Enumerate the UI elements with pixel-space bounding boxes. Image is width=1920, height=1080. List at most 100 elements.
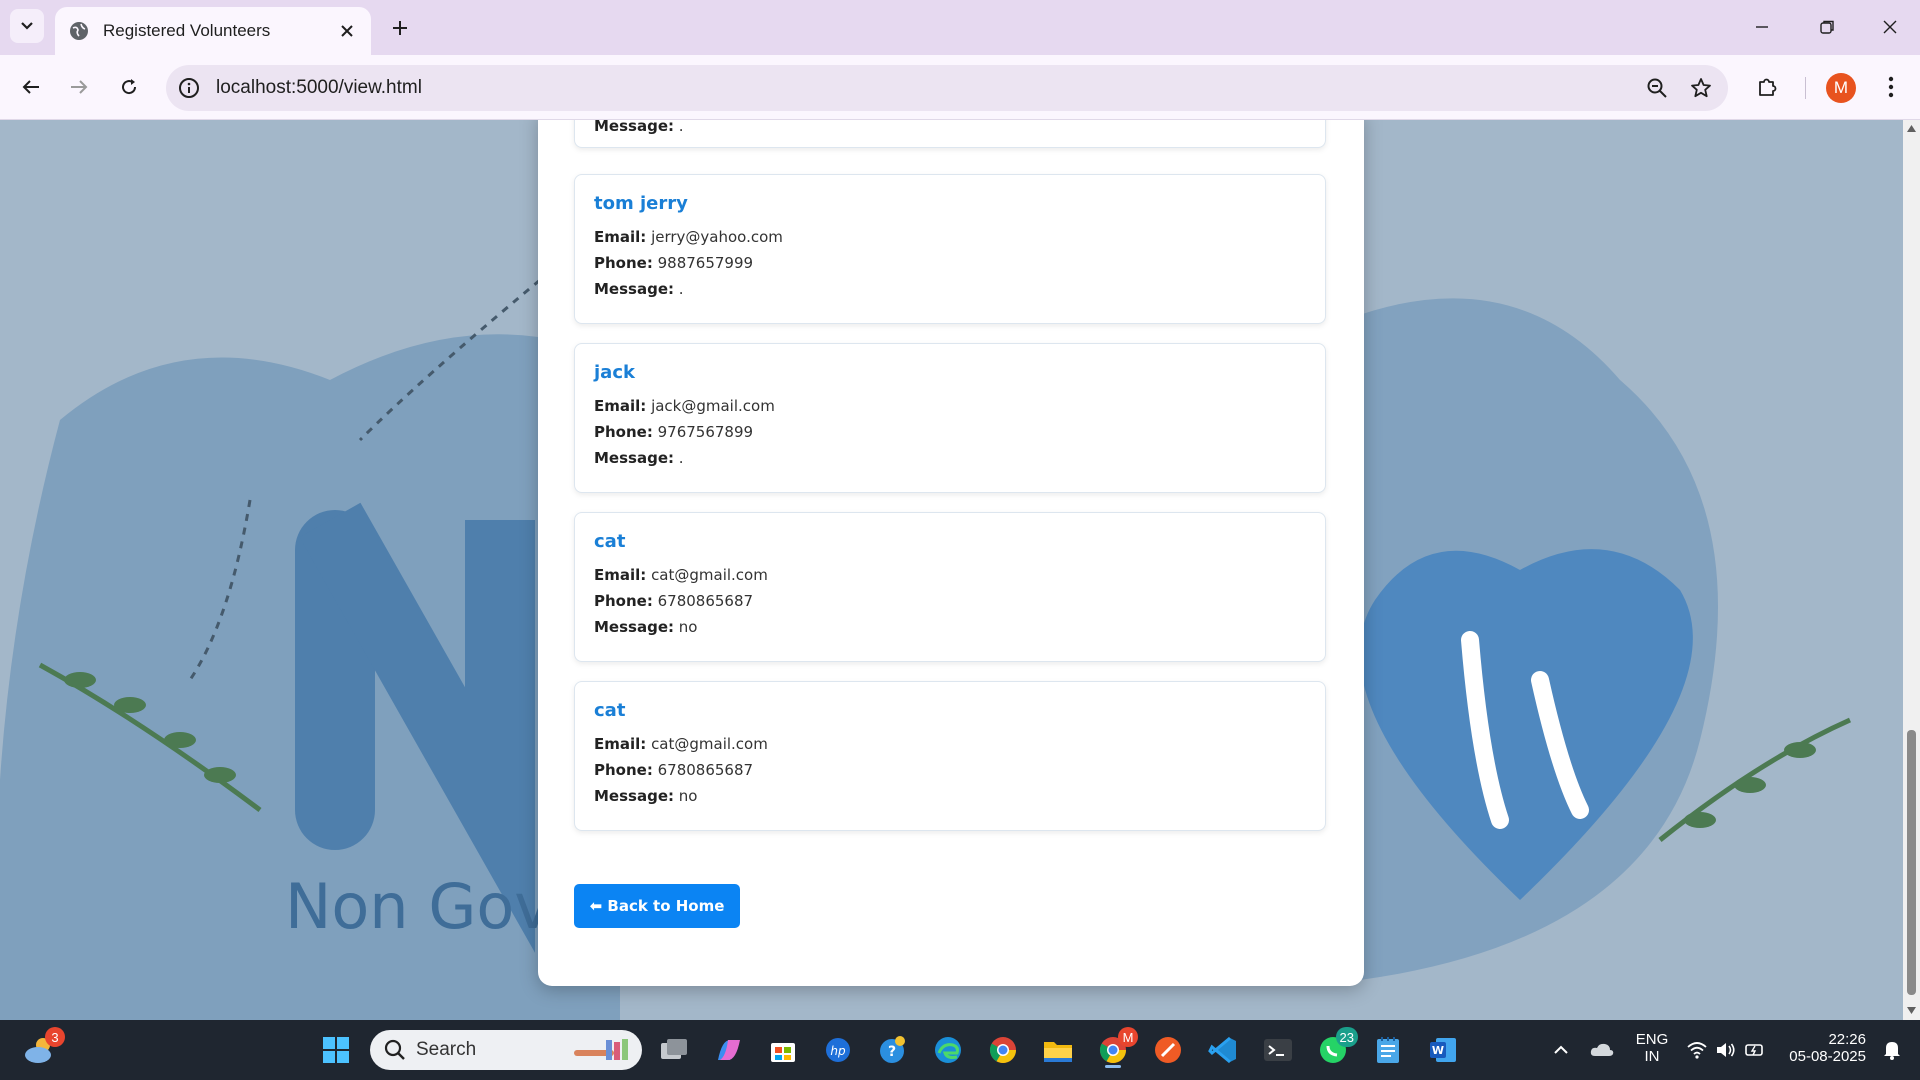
message-label: Message:: [594, 280, 674, 298]
chevron-down-icon: [21, 22, 33, 30]
microsoft-store-icon[interactable]: [763, 1030, 803, 1070]
card-message-row: Message: .: [594, 445, 1306, 471]
volunteer-name: cat: [594, 700, 626, 721]
message-value: .: [678, 449, 684, 467]
notification-bell-icon[interactable]: [1872, 1030, 1912, 1070]
toolbar-divider: [1805, 77, 1806, 99]
card-phone-row: Phone: 9887657999: [594, 250, 1306, 276]
browser-tab[interactable]: Registered Volunteers: [55, 7, 371, 55]
kebab-menu-icon[interactable]: [1874, 70, 1908, 104]
chrome-icon[interactable]: [983, 1030, 1023, 1070]
card-message-row: Message: no: [594, 614, 1306, 640]
reload-icon[interactable]: [110, 68, 148, 106]
volunteer-name: cat: [594, 531, 626, 552]
copilot-icon[interactable]: [709, 1030, 749, 1070]
whatsapp-icon[interactable]: 23: [1313, 1027, 1358, 1070]
card-phone-row: Phone: 9767567899: [594, 419, 1306, 445]
windows-taskbar: 3 Search hp ? M 23 W ENG IN 22:26 05-08-…: [0, 1020, 1920, 1080]
site-info-icon[interactable]: [178, 77, 200, 99]
close-tab-icon[interactable]: [337, 21, 357, 41]
scrollbar-thumb[interactable]: [1907, 730, 1916, 995]
svg-text:hp: hp: [830, 1044, 846, 1058]
card-phone-row: Phone: 6780865687: [594, 588, 1306, 614]
page-scrollbar[interactable]: [1903, 120, 1920, 1020]
volunteer-card: tom jerry Email: jerry@yahoo.com Phone: …: [574, 174, 1326, 324]
url-text[interactable]: localhost:5000/view.html: [216, 77, 1640, 99]
search-placeholder: Search: [416, 1039, 477, 1060]
forward-arrow-icon[interactable]: [60, 68, 98, 106]
card-phone-row: Phone: 6780865687: [594, 757, 1306, 783]
profile-avatar[interactable]: M: [1826, 73, 1856, 103]
windows-start-icon[interactable]: [316, 1030, 356, 1070]
region-code: IN: [1644, 1048, 1660, 1065]
volunteer-card-partial: Message: .: [574, 120, 1326, 148]
volunteer-card: jack Email: jack@gmail.com Phone: 976756…: [574, 343, 1326, 493]
weather-widget-icon[interactable]: 3: [20, 1027, 65, 1070]
email-value: cat@gmail.com: [651, 566, 768, 584]
clock-time: 22:26: [1828, 1031, 1866, 1048]
message-value: no: [678, 787, 698, 805]
message-value: .: [678, 120, 684, 135]
active-app-indicator: [1105, 1065, 1121, 1068]
close-window-icon[interactable]: [1873, 13, 1907, 41]
scroll-down-arrow-icon[interactable]: [1906, 1006, 1917, 1015]
message-label: Message:: [594, 787, 674, 805]
volunteer-name: tom jerry: [594, 193, 688, 214]
bookmark-star-icon[interactable]: [1684, 71, 1718, 105]
language-indicator[interactable]: ENG IN: [1622, 1031, 1682, 1065]
postman-icon[interactable]: [1148, 1030, 1188, 1070]
volunteer-card: cat Email: cat@gmail.com Phone: 67808656…: [574, 681, 1326, 831]
extensions-puzzle-icon[interactable]: [1750, 70, 1784, 104]
taskbar-search-box[interactable]: Search: [370, 1030, 642, 1070]
address-bar[interactable]: localhost:5000/view.html: [166, 65, 1728, 111]
terminal-icon[interactable]: [1258, 1030, 1298, 1070]
battery-charging-icon[interactable]: [1735, 1030, 1775, 1070]
phone-label: Phone:: [594, 592, 653, 610]
minimize-icon[interactable]: [1745, 13, 1779, 41]
card-email-row: Email: cat@gmail.com: [594, 731, 1306, 757]
message-label: Message:: [594, 618, 674, 636]
card-email-row: Email: jack@gmail.com: [594, 393, 1306, 419]
file-explorer-icon[interactable]: [1038, 1030, 1078, 1070]
svg-text:?: ?: [888, 1044, 896, 1060]
message-value: .: [678, 280, 684, 298]
scroll-up-arrow-icon[interactable]: [1906, 124, 1917, 133]
search-highlight-books-icon: [574, 1039, 628, 1060]
word-icon[interactable]: W: [1423, 1030, 1463, 1070]
message-label: Message:: [594, 120, 674, 135]
tab-title: Registered Volunteers: [103, 21, 271, 40]
help-icon[interactable]: ?: [873, 1030, 913, 1070]
page-viewport: Non Gov Message: . tom jerry Email: jerr…: [0, 120, 1903, 1020]
chrome-profile-icon[interactable]: M: [1093, 1027, 1138, 1070]
onedrive-cloud-icon[interactable]: [1582, 1030, 1622, 1070]
message-label: Message:: [594, 449, 674, 467]
vscode-icon[interactable]: [1203, 1030, 1243, 1070]
email-value: cat@gmail.com: [651, 735, 768, 753]
volunteer-card: cat Email: cat@gmail.com Phone: 67808656…: [574, 512, 1326, 662]
card-email-row: Email: cat@gmail.com: [594, 562, 1306, 588]
tab-search-button[interactable]: [10, 9, 44, 43]
notepad-icon[interactable]: [1368, 1030, 1408, 1070]
clock[interactable]: 22:26 05-08-2025: [1772, 1031, 1872, 1065]
phone-label: Phone:: [594, 423, 653, 441]
phone-label: Phone:: [594, 254, 653, 272]
task-view-icon[interactable]: [654, 1030, 694, 1070]
message-value: no: [678, 618, 698, 636]
back-to-home-button[interactable]: ⬅ Back to Home: [574, 884, 740, 928]
zoom-icon[interactable]: [1640, 71, 1674, 105]
card-message-row: Message: no: [594, 783, 1306, 809]
hp-icon[interactable]: hp: [818, 1030, 858, 1070]
phone-label: Phone:: [594, 761, 653, 779]
new-tab-plus-icon[interactable]: [386, 14, 414, 42]
browser-tab-bar: Registered Volunteers: [0, 0, 1920, 55]
edge-icon[interactable]: [928, 1030, 968, 1070]
email-value: jerry@yahoo.com: [651, 228, 783, 246]
language-code: ENG: [1635, 1031, 1669, 1048]
globe-icon: [70, 22, 88, 40]
show-hidden-icons-chevron-icon[interactable]: [1541, 1030, 1581, 1070]
card-email-row: Email: jerry@yahoo.com: [594, 224, 1306, 250]
chrome-profile-badge: M: [1118, 1027, 1138, 1047]
card-message-row: Message: .: [594, 276, 1306, 302]
back-arrow-icon[interactable]: [12, 68, 50, 106]
restore-icon[interactable]: [1810, 13, 1844, 41]
